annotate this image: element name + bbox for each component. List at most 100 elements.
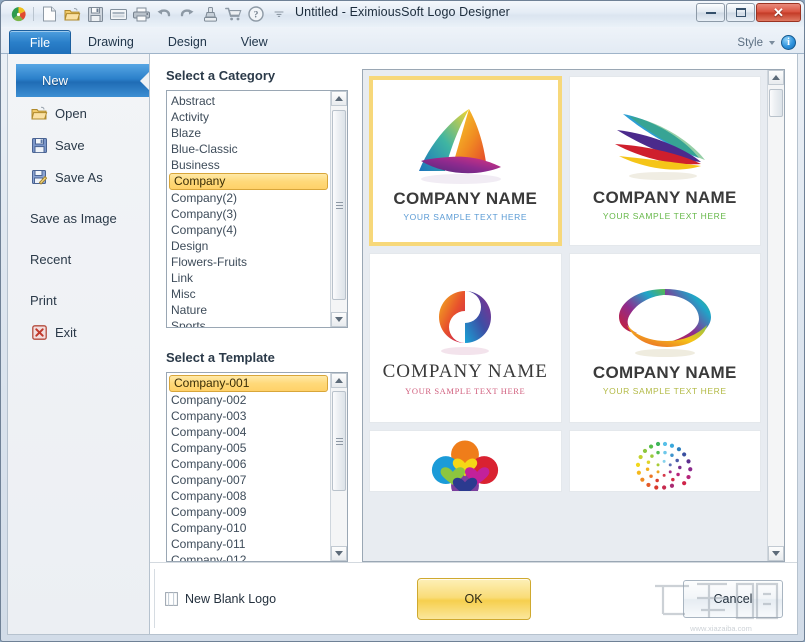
- scroll-up-button[interactable]: [331, 373, 347, 389]
- list-item[interactable]: Company-012: [167, 552, 330, 561]
- menu-gap: [8, 275, 149, 284]
- svg-text:www.xiazaiba.com: www.xiazaiba.com: [689, 624, 752, 633]
- list-item[interactable]: Abstract: [167, 93, 330, 109]
- sidebar-item-exit[interactable]: Exit: [8, 316, 149, 348]
- help-icon[interactable]: ?: [245, 3, 267, 25]
- scroll-down-button[interactable]: [331, 312, 347, 328]
- scroll-thumb[interactable]: [332, 391, 346, 492]
- list-item[interactable]: Company-004: [167, 424, 330, 440]
- cart-icon[interactable]: [222, 3, 244, 25]
- sidebar-item-label: New: [42, 73, 69, 88]
- sidebar-item-save-as-image[interactable]: Save as Image: [8, 202, 149, 234]
- category-scrollbar[interactable]: [330, 91, 347, 328]
- list-item[interactable]: Company-006: [167, 456, 330, 472]
- list-item[interactable]: Company(4): [167, 222, 330, 238]
- template-card-company-004[interactable]: COMPANY NAME YOUR SAMPLE TEXT HERE: [568, 253, 761, 423]
- stamp-icon[interactable]: [199, 3, 221, 25]
- selection-column: Select a Category Abstract Activity Blaz…: [158, 62, 348, 562]
- chevron-down-icon[interactable]: [769, 40, 775, 45]
- list-item-selected[interactable]: Company: [169, 173, 328, 190]
- list-item[interactable]: Design: [167, 238, 330, 254]
- cancel-button[interactable]: Cancel: [683, 579, 783, 618]
- menu-gap: [8, 234, 149, 243]
- toolbar-separator: [33, 7, 34, 21]
- list-item[interactable]: Company-009: [167, 504, 330, 520]
- sidebar-item-new[interactable]: New: [16, 64, 149, 97]
- tab-design[interactable]: Design: [151, 30, 224, 54]
- scroll-thumb[interactable]: [332, 110, 346, 300]
- undo-icon[interactable]: [153, 3, 175, 25]
- list-item[interactable]: Nature: [167, 302, 330, 318]
- list-item[interactable]: Blue-Classic: [167, 141, 330, 157]
- scroll-down-button[interactable]: [331, 546, 347, 561]
- sidebar-item-print[interactable]: Print: [8, 284, 149, 316]
- list-item[interactable]: Company-007: [167, 472, 330, 488]
- ok-button[interactable]: OK: [416, 577, 531, 620]
- heart-flower-logo-art: [432, 440, 499, 491]
- app-logo-icon[interactable]: [7, 3, 29, 25]
- list-item[interactable]: Company(3): [167, 206, 330, 222]
- window-body: New Open Save Save As Save as Image Rece…: [1, 54, 804, 641]
- template-preview-panel[interactable]: COMPANY NAME YOUR SAMPLE TEXT HERE COMPA…: [362, 69, 785, 562]
- scroll-track[interactable]: [331, 388, 347, 546]
- scroll-up-button[interactable]: [768, 70, 784, 85]
- list-item[interactable]: Company-010: [167, 520, 330, 536]
- backstage-menu: New Open Save Save As Save as Image Rece…: [7, 54, 149, 635]
- print-icon[interactable]: [130, 3, 152, 25]
- list-item[interactable]: Sports: [167, 318, 330, 327]
- template-section-title: Select a Template: [166, 350, 275, 366]
- list-item-selected[interactable]: Company-001: [169, 375, 328, 393]
- template-card-company-002[interactable]: COMPANY NAME YOUR SAMPLE TEXT HERE: [568, 76, 761, 246]
- list-item[interactable]: Company-002: [167, 392, 330, 408]
- info-icon[interactable]: i: [781, 35, 796, 50]
- new-blank-logo-button[interactable]: New Blank Logo: [164, 591, 276, 606]
- sidebar-item-save[interactable]: Save: [8, 129, 149, 161]
- close-button[interactable]: ✕: [756, 3, 801, 22]
- template-card-company-005[interactable]: [369, 430, 562, 492]
- tab-view[interactable]: View: [224, 30, 285, 54]
- template-card-company-001[interactable]: COMPANY NAME YOUR SAMPLE TEXT HERE: [369, 76, 562, 246]
- style-menu-label[interactable]: Style: [737, 37, 763, 49]
- template-preview-grid: COMPANY NAME YOUR SAMPLE TEXT HERE COMPA…: [363, 70, 767, 561]
- scroll-track[interactable]: [768, 85, 784, 546]
- svg-text:?: ?: [254, 11, 259, 21]
- tab-drawing[interactable]: Drawing: [71, 30, 151, 54]
- list-item[interactable]: Business: [167, 157, 330, 173]
- category-listbox[interactable]: Abstract Activity Blaze Blue-Classic Bus…: [166, 90, 348, 329]
- scroll-thumb[interactable]: [769, 89, 783, 117]
- list-item[interactable]: Flowers-Fruits: [167, 254, 330, 270]
- scroll-down-button[interactable]: [768, 546, 784, 561]
- template-card-company-003[interactable]: COMPANY NAME YOUR SAMPLE TEXT HERE: [369, 253, 562, 423]
- list-item[interactable]: Company-008: [167, 488, 330, 504]
- list-item[interactable]: Company-005: [167, 440, 330, 456]
- sidebar-item-save-as[interactable]: Save As: [8, 161, 149, 193]
- customize-toolbar-icon[interactable]: [268, 3, 290, 25]
- list-item[interactable]: Misc: [167, 286, 330, 302]
- arrow-down-icon: [335, 551, 343, 556]
- template-card-company-006[interactable]: [568, 430, 761, 492]
- tab-file[interactable]: File: [9, 30, 71, 54]
- scroll-track[interactable]: [331, 106, 347, 313]
- sidebar-item-open[interactable]: Open: [8, 97, 149, 129]
- maximize-button[interactable]: [726, 3, 755, 22]
- template-scrollbar[interactable]: [330, 373, 347, 561]
- sidebar-item-label: Open: [55, 105, 87, 121]
- export-image-icon[interactable]: [107, 3, 129, 25]
- sidebar-item-recent[interactable]: Recent: [8, 243, 149, 275]
- list-item[interactable]: Link: [167, 270, 330, 286]
- preview-scrollbar[interactable]: [767, 70, 784, 561]
- template-company-name: COMPANY NAME: [382, 360, 548, 382]
- new-icon[interactable]: [38, 3, 60, 25]
- list-item[interactable]: Company-003: [167, 408, 330, 424]
- list-item[interactable]: Activity: [167, 109, 330, 125]
- minimize-button[interactable]: [696, 3, 725, 22]
- list-item[interactable]: Blaze: [167, 125, 330, 141]
- sidebar-item-label: Recent: [30, 251, 72, 267]
- redo-icon[interactable]: [176, 3, 198, 25]
- scroll-up-button[interactable]: [331, 91, 347, 106]
- template-listbox[interactable]: Company-001 Company-002 Company-003 Comp…: [166, 372, 348, 562]
- list-item[interactable]: Company(2): [167, 190, 330, 206]
- list-item[interactable]: Company-011: [167, 536, 330, 552]
- save-icon[interactable]: [84, 3, 106, 25]
- open-icon[interactable]: [61, 3, 83, 25]
